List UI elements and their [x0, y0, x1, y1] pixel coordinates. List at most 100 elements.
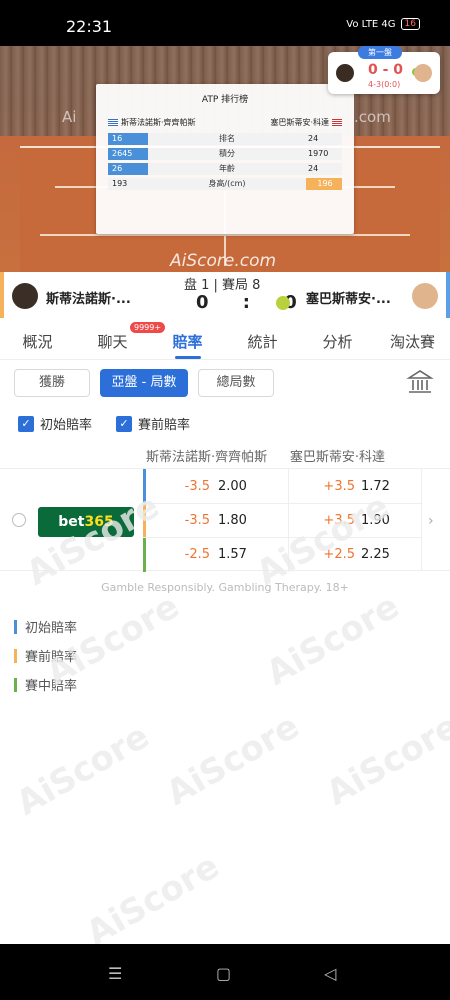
- divider: [288, 503, 289, 538]
- tab-knockout[interactable]: 淘汰賽: [375, 318, 450, 359]
- responsible-gambling-note: Gamble Responsibly. Gambling Therapy. 18…: [101, 581, 349, 594]
- badge-score: 0 - 0: [368, 62, 404, 78]
- odds-row-in-play: -2.5 1.57 +2.5 2.25: [143, 537, 421, 572]
- legend-marker: [14, 677, 17, 692]
- handicap-p1: -3.5: [184, 478, 210, 494]
- tab-stats[interactable]: 統計: [225, 318, 300, 359]
- atp-row-rank: 16 排名 24: [108, 132, 342, 145]
- divider: [288, 469, 289, 503]
- atp-row-height: 193 身高/(cm) 196: [108, 177, 342, 190]
- select-radio[interactable]: [12, 513, 26, 527]
- check-label: 初始賠率: [40, 418, 93, 433]
- check-initial-odds[interactable]: ✓ 初始賠率: [18, 414, 92, 433]
- legend-label: 賽前賠率: [25, 650, 78, 665]
- back-icon[interactable]: ◁: [324, 964, 336, 983]
- badge-subscore: 4-3(0:0): [368, 80, 401, 89]
- divider: [421, 469, 422, 571]
- check-label: 賽前賠率: [138, 418, 191, 433]
- odds-bar-pre-match: [143, 503, 146, 538]
- atp-right-value: 24: [306, 132, 342, 145]
- legend-label: 賽中賠率: [25, 679, 78, 694]
- status-time: 22:31: [66, 17, 113, 36]
- bookmaker-odds-row[interactable]: bet365 -3.5 2.00 +3.5 1.72 -3.5 1.80 +3.…: [0, 469, 450, 572]
- player1-avatar[interactable]: [12, 283, 38, 309]
- battery-icon: 16: [400, 18, 420, 30]
- match-set-info: 盘 1 | 賽局 8: [184, 278, 261, 293]
- legend-in-play: 賽中賠率: [14, 670, 77, 699]
- filter-total-games-button[interactable]: 總局數: [198, 369, 274, 397]
- header-player2: 塞巴斯蒂安·科達: [289, 450, 385, 465]
- atp-player2: 塞巴斯蒂安·科達: [270, 117, 342, 128]
- handicap-p2: +2.5: [323, 547, 355, 562]
- odds-p2: 1.90: [361, 513, 390, 528]
- legend-pre-match: 賽前賠率: [14, 641, 77, 670]
- atp-right-value: 1970: [306, 147, 342, 160]
- tab-overview[interactable]: 概況: [0, 318, 75, 359]
- handicap-p2: +3.5: [323, 513, 355, 528]
- atp-player-names: 斯蒂法諾斯·齊齊帕斯 塞巴斯蒂安·科達: [108, 117, 342, 128]
- atp-row-points: 2645 積分 1970: [108, 147, 342, 160]
- status-icons: Vo LTE 4G 16: [346, 18, 420, 30]
- status-bar: 22:31 Vo LTE 4G 16: [0, 0, 450, 46]
- atp-label: 年齡: [148, 162, 306, 175]
- odds-row-initial: -3.5 2.00 +3.5 1.72: [143, 469, 421, 503]
- tab-analysis[interactable]: 分析: [300, 318, 375, 359]
- flag-greece-icon: [108, 119, 118, 126]
- player2-avatar[interactable]: [412, 283, 438, 309]
- odds-p1: 2.00: [218, 478, 247, 494]
- divider: [288, 537, 289, 572]
- atp-left-value: 26: [108, 162, 148, 175]
- menu-icon[interactable]: ☰: [108, 964, 122, 983]
- legend-initial: 初始賠率: [14, 612, 77, 641]
- filter-win-button[interactable]: 獲勝: [14, 369, 90, 397]
- atp-player1: 斯蒂法諾斯·齊齊帕斯: [108, 117, 196, 128]
- player2-name[interactable]: 塞巴斯蒂安·...: [306, 288, 391, 307]
- odds-bar-in-play: [143, 537, 146, 572]
- check-pre-match-odds[interactable]: ✓ 賽前賠率: [116, 414, 190, 433]
- tab-bar: 概況 聊天 賠率 統計 分析 淘汰賽: [0, 318, 450, 360]
- player2-avatar: [414, 64, 432, 82]
- battery-level: 16: [404, 19, 416, 29]
- handicap-p1: -2.5: [184, 547, 210, 562]
- system-nav-bar: ☰ ▢ ◁: [0, 944, 450, 1000]
- bookmaker-name-b: 365: [84, 514, 114, 530]
- odds-row-pre-match: -3.5 1.80 +3.5 1.90: [143, 503, 421, 538]
- match-score: 0 : 0: [196, 292, 311, 313]
- filter-handicap-button[interactable]: 亞盤 - 局數: [100, 369, 188, 397]
- handicap-p1: -3.5: [184, 513, 210, 528]
- chat-badge: 9999+: [130, 322, 166, 333]
- atp-player1-name: 斯蒂法諾斯·齊齊帕斯: [121, 118, 196, 127]
- chevron-right-icon[interactable]: ›: [428, 513, 434, 529]
- atp-title: ATP 排行榜: [201, 95, 249, 105]
- odds-filter-group: 獲勝 亞盤 - 局數 總局數: [14, 369, 274, 397]
- atp-player2-name: 塞巴斯蒂安·科達: [270, 118, 329, 127]
- court-watermark-left: Ai: [62, 108, 77, 126]
- player1-avatar: [336, 64, 354, 82]
- odds-bar-initial: [143, 469, 146, 503]
- checkbox-checked-icon[interactable]: ✓: [116, 415, 133, 432]
- atp-right-value: 196: [306, 177, 342, 190]
- watermark: AiScore: [9, 716, 157, 824]
- bank-icon[interactable]: [406, 368, 434, 396]
- atp-right-value: 24: [306, 162, 342, 175]
- bookmaker-name-a: bet: [58, 514, 85, 530]
- bet365-logo: bet365: [38, 507, 134, 537]
- home-icon[interactable]: ▢: [216, 964, 231, 983]
- odds-p1: 1.57: [218, 547, 247, 562]
- atp-ranking-panel: ATP 排行榜 斯蒂法諾斯·齊齊帕斯 塞巴斯蒂安·科達 16 排名 24 2645 積…: [96, 84, 354, 234]
- watermark: AiScore: [259, 586, 407, 694]
- odds-p1: 1.80: [218, 513, 247, 528]
- checkbox-checked-icon[interactable]: ✓: [18, 415, 34, 432]
- atp-row-age: 26 年齡 24: [108, 162, 342, 175]
- player1-name[interactable]: 斯蒂法諾斯·...: [46, 288, 131, 307]
- set-label: 第一盤: [358, 46, 402, 59]
- live-score-badge[interactable]: 第一盤 0 - 0 4-3(0:0): [328, 46, 440, 94]
- court-watermark: AiScore.com: [170, 251, 277, 271]
- court-watermark-right: .com: [354, 108, 391, 126]
- serve-ball-icon: [276, 296, 290, 310]
- odds-type-checks: ✓ 初始賠率 ✓ 賽前賠率: [18, 414, 190, 433]
- atp-label: 身高/(cm): [148, 177, 306, 190]
- atp-left-value: 193: [108, 177, 148, 190]
- flag-usa-icon: [332, 119, 342, 126]
- watermark: AiScore: [79, 846, 227, 954]
